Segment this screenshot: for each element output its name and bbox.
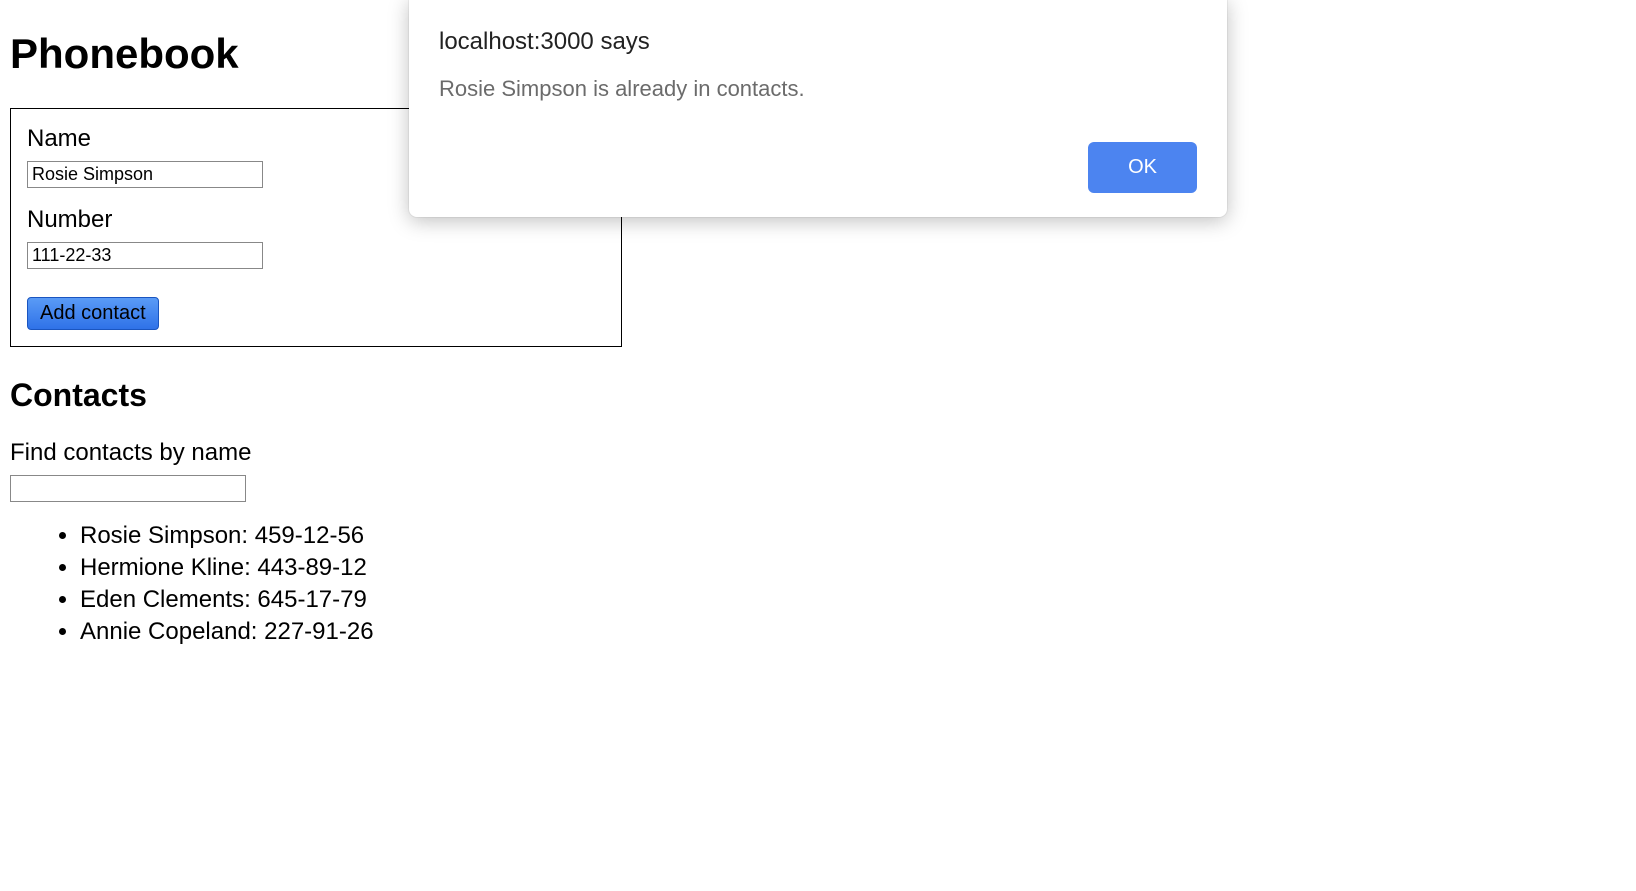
filter-label: Find contacts by name — [10, 439, 1626, 467]
list-item: Hermione Kline: 443-89-12 — [80, 554, 1626, 582]
list-item: Rosie Simpson: 459-12-56 — [80, 522, 1626, 550]
alert-dialog: localhost:3000 says Rosie Simpson is alr… — [409, 0, 1227, 217]
number-input[interactable] — [27, 242, 263, 269]
add-contact-button[interactable]: Add contact — [27, 297, 159, 330]
alert-dialog-overlay: localhost:3000 says Rosie Simpson is alr… — [0, 0, 1636, 217]
alert-title: localhost:3000 says — [439, 28, 1197, 56]
list-item: Eden Clements: 645-17-79 — [80, 586, 1626, 614]
alert-message: Rosie Simpson is already in contacts. — [439, 76, 1197, 102]
alert-actions: OK — [439, 142, 1197, 193]
contact-list: Rosie Simpson: 459-12-56 Hermione Kline: … — [10, 522, 1626, 646]
list-item: Annie Copeland: 227-91-26 — [80, 618, 1626, 646]
contacts-heading: Contacts — [10, 377, 1626, 414]
alert-ok-button[interactable]: OK — [1088, 142, 1197, 193]
filter-input[interactable] — [10, 475, 246, 502]
